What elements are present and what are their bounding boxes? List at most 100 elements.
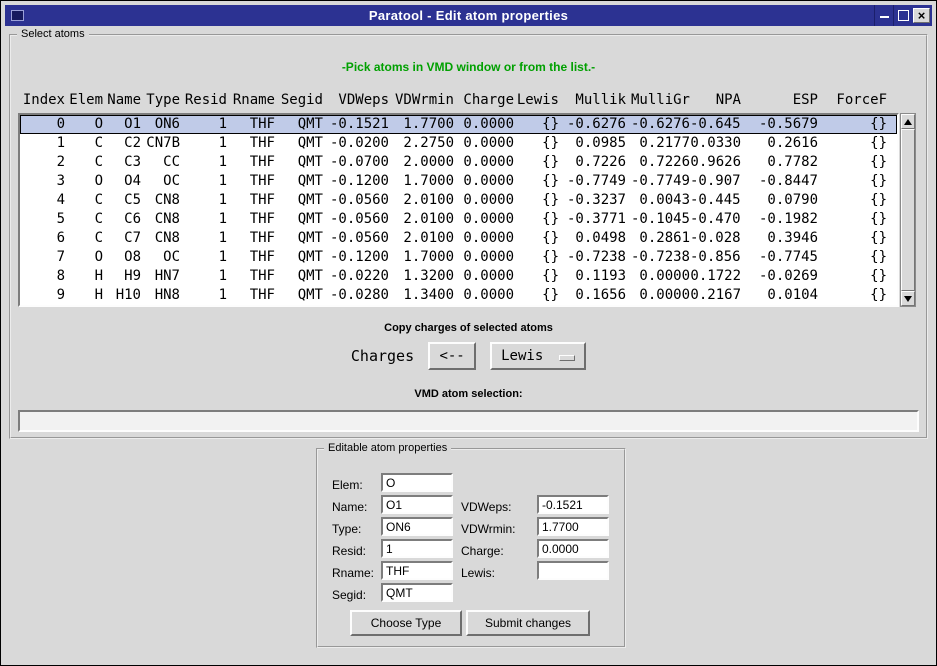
atom-cell: THF — [227, 134, 275, 153]
atom-cell: QMT — [275, 172, 323, 191]
atom-cell: O — [65, 248, 103, 267]
atom-cell: -0.7238 — [559, 248, 626, 267]
atom-cell: -0.3771 — [559, 210, 626, 229]
atom-row[interactable]: 3OO4OC1THFQMT-0.12001.70000.0000{}-0.774… — [20, 172, 897, 191]
atom-row[interactable]: 8HH9HN71THFQMT-0.02201.32000.0000{}0.119… — [20, 267, 897, 286]
copy-charges-heading: Copy charges of selected atoms — [11, 322, 926, 334]
vdwrmin-input[interactable] — [537, 517, 609, 536]
vdweps-input[interactable] — [537, 495, 609, 514]
atom-cell: ON6 — [141, 115, 180, 134]
atom-cell: C2 — [103, 134, 141, 153]
atom-cell: THF — [227, 267, 275, 286]
type-input[interactable] — [381, 517, 453, 536]
atom-cell: -0.8447 — [741, 172, 818, 191]
atom-cell: CC — [141, 153, 180, 172]
choose-type-button-label: Choose Type — [371, 616, 442, 630]
atom-listbox[interactable]: 0OO1ON61THFQMT-0.15211.77000.0000{}-0.62… — [18, 113, 899, 307]
atom-cell: THF — [227, 153, 275, 172]
atom-cell: {} — [818, 286, 887, 305]
atom-cell: 1 — [180, 267, 227, 286]
lewis-input[interactable] — [537, 561, 609, 580]
atom-cell: H9 — [103, 267, 141, 286]
atom-list-scrollbar[interactable] — [900, 113, 916, 307]
atom-cell: 1 — [180, 134, 227, 153]
atom-cell: THF — [227, 172, 275, 191]
atom-cell: QMT — [275, 229, 323, 248]
editable-properties-frame-label: Editable atom properties — [324, 442, 451, 454]
column-header-resid: Resid — [180, 92, 227, 108]
editable-properties-frame: Editable atom properties Elem: Name: Typ… — [316, 448, 626, 648]
atom-cell: THF — [227, 210, 275, 229]
scroll-up-icon — [904, 119, 912, 125]
atom-cell: -0.1200 — [323, 172, 389, 191]
atom-cell: THF — [227, 229, 275, 248]
close-button[interactable]: × — [913, 8, 930, 23]
segid-input[interactable] — [381, 583, 453, 602]
atom-cell: 2.0000 — [389, 153, 454, 172]
choose-type-button[interactable]: Choose Type — [350, 610, 462, 636]
column-header-mullik: Mullik — [559, 92, 626, 108]
atom-cell: 0 — [21, 115, 65, 134]
atom-cell: -0.0220 — [323, 267, 389, 286]
submit-changes-button[interactable]: Submit changes — [466, 610, 590, 636]
column-header-type: Type — [141, 92, 180, 108]
column-header-vdwrmin: VDWrmin — [389, 92, 454, 108]
rname-input[interactable] — [381, 561, 453, 580]
scrollbar-thumb[interactable] — [901, 129, 915, 291]
atom-cell: {} — [514, 134, 559, 153]
atom-cell: 1 — [180, 172, 227, 191]
resid-input[interactable] — [381, 539, 453, 558]
atom-cell: 0.1193 — [559, 267, 626, 286]
atom-cell: 2.0100 — [389, 191, 454, 210]
atom-cell: QMT — [275, 191, 323, 210]
atom-cell: 2.0100 — [389, 229, 454, 248]
atom-row[interactable]: 9HH10HN81THFQMT-0.02801.34000.0000{}0.16… — [20, 286, 897, 305]
name-input[interactable] — [381, 495, 453, 514]
atom-row[interactable]: 0OO1ON61THFQMT-0.15211.77000.0000{}-0.62… — [20, 115, 897, 134]
atom-cell: 0.7782 — [741, 153, 818, 172]
charges-label: Charges — [351, 347, 414, 365]
copy-charges-button[interactable]: <-- — [428, 342, 476, 370]
vmd-selection-input[interactable] — [18, 410, 919, 432]
atom-cell: O — [65, 115, 103, 134]
scroll-up-button[interactable] — [901, 114, 915, 129]
atom-cell: -0.4457 — [690, 191, 741, 210]
elem-input[interactable] — [381, 473, 453, 492]
atom-cell: H — [65, 267, 103, 286]
atom-row[interactable]: 1CC2CN7B1THFQMT-0.02002.27500.0000{}0.09… — [20, 134, 897, 153]
elem-field-label: Elem: — [332, 478, 363, 492]
maximize-button[interactable] — [893, 5, 912, 26]
charge-source-dropdown[interactable]: Lewis — [490, 342, 586, 370]
column-header-mulligr: MulliGr — [626, 92, 690, 108]
atom-cell: 1 — [180, 115, 227, 134]
atom-cell: {} — [818, 210, 887, 229]
atom-row[interactable]: 6CC7CN81THFQMT-0.05602.01000.0000{}0.049… — [20, 229, 897, 248]
atom-cell: {} — [514, 286, 559, 305]
atom-cell: -0.0560 — [323, 210, 389, 229]
rname-field-label: Rname: — [332, 566, 374, 580]
minimize-button[interactable] — [874, 5, 893, 26]
atom-cell: C6 — [103, 210, 141, 229]
window-menu-icon[interactable] — [11, 10, 24, 21]
charge-input[interactable] — [537, 539, 609, 558]
atom-cell: C7 — [103, 229, 141, 248]
atom-row[interactable]: 5CC6CN81THFQMT-0.05602.01000.0000{}-0.37… — [20, 210, 897, 229]
atom-cell: C — [65, 191, 103, 210]
atom-cell: -0.1045 — [626, 210, 690, 229]
atom-cell: 0.0000 — [626, 267, 690, 286]
atom-cell: H — [65, 286, 103, 305]
atom-cell: 1.7000 — [389, 248, 454, 267]
atom-cell: 1 — [180, 248, 227, 267]
atom-cell: 0.7226 — [626, 153, 690, 172]
atom-cell: 0.0790 — [741, 191, 818, 210]
atom-row[interactable]: 7OO8OC1THFQMT-0.12001.70000.0000{}-0.723… — [20, 248, 897, 267]
title-bar[interactable]: Paratool - Edit atom properties × — [5, 5, 932, 26]
atom-cell: O1 — [103, 115, 141, 134]
scroll-down-button[interactable] — [901, 291, 915, 306]
atom-row[interactable]: 2CC3CC1THFQMT-0.07002.00000.0000{}0.7226… — [20, 153, 897, 172]
atom-cell: 1 — [180, 286, 227, 305]
column-header-elem: Elem — [65, 92, 103, 108]
atom-row[interactable]: 4CC5CN81THFQMT-0.05602.01000.0000{}-0.32… — [20, 191, 897, 210]
atom-cell: {} — [514, 229, 559, 248]
atom-cell: -0.7745 — [741, 248, 818, 267]
